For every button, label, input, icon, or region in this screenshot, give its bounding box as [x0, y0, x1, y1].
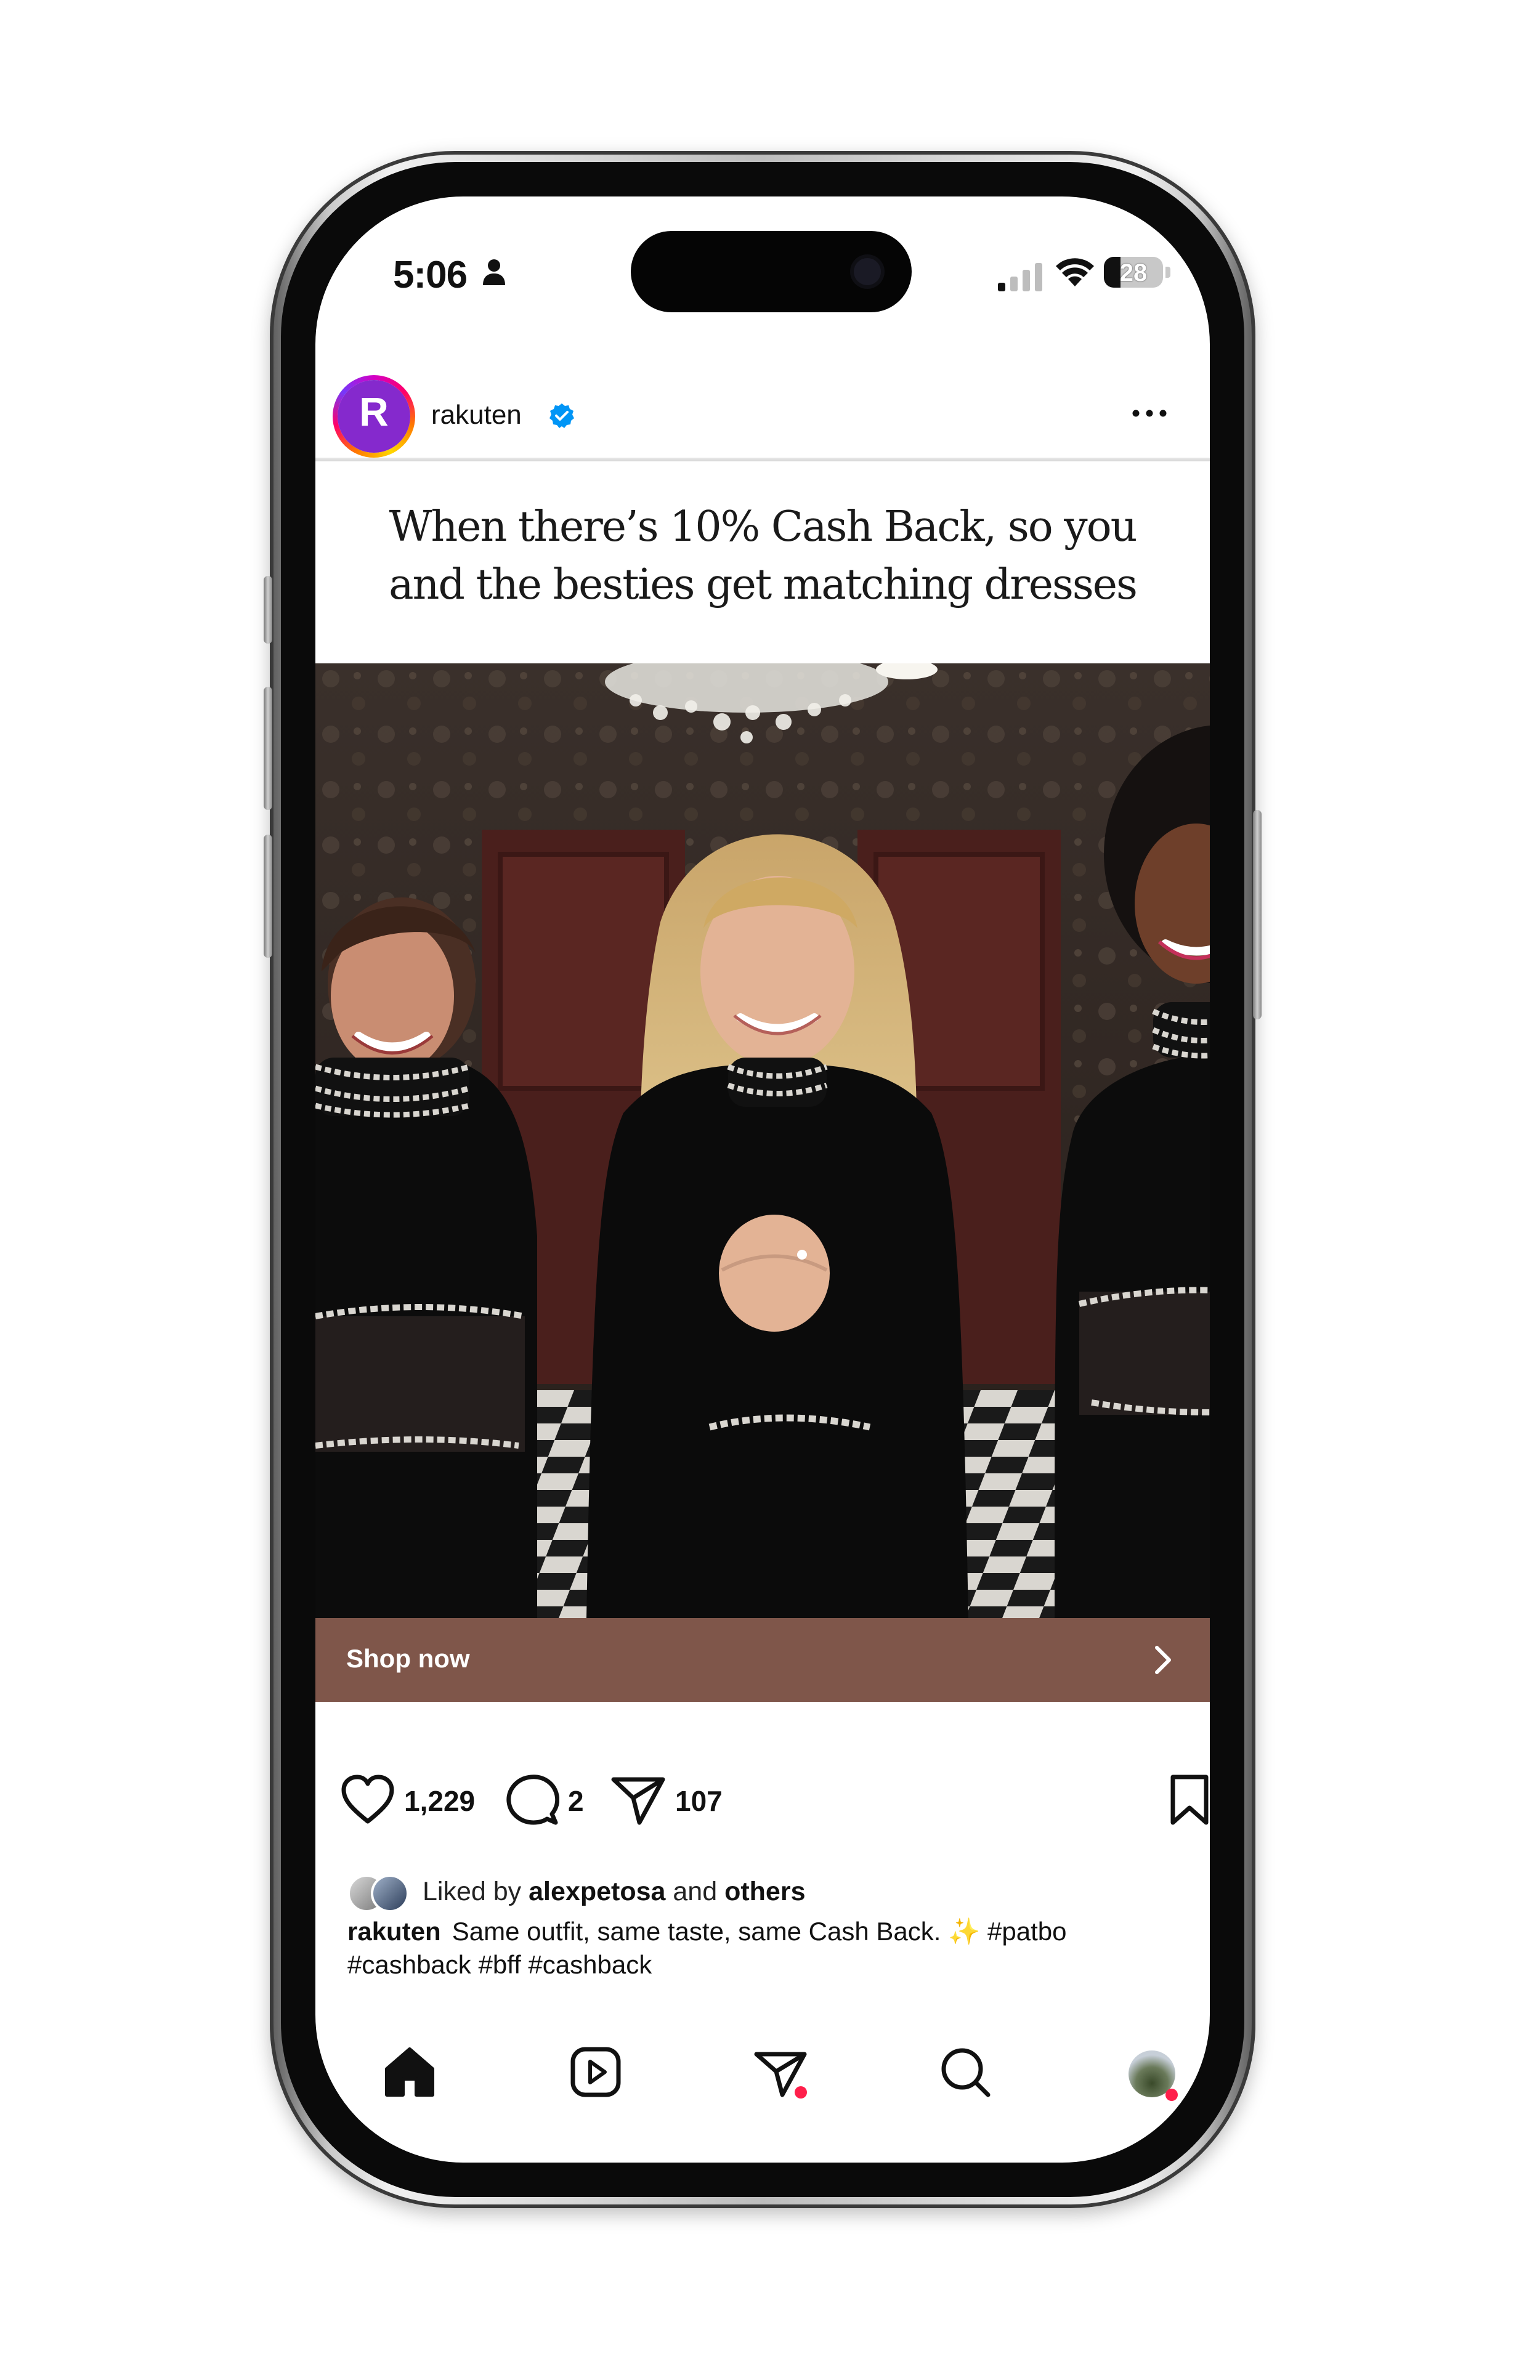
battery-tip — [1165, 267, 1170, 278]
share-send-icon[interactable] — [610, 1773, 667, 1827]
more-options-icon[interactable] — [1131, 401, 1168, 426]
shop-now-button[interactable]: Shop now — [315, 1618, 1210, 1702]
liked-by-prefix: Liked by — [423, 1877, 522, 1906]
liked-by-text: Liked by alexpetosa and others — [423, 1877, 806, 1907]
home-icon[interactable] — [376, 2038, 444, 2106]
headline-line-1: When there’s 10% Cash Back, so you — [389, 503, 1138, 551]
like-heart-icon[interactable] — [340, 1773, 395, 1826]
liked-by-others[interactable]: others — [724, 1877, 805, 1906]
phone-frame: 5:06 28 R rakuten When there’s 10% Cash … — [264, 151, 1262, 2208]
verified-badge-icon — [549, 403, 574, 428]
caption-line-2[interactable]: #cashback #bff #cashback — [347, 1948, 1210, 1981]
instagram-post-screen: 5:06 28 R rakuten When there’s 10% Cash … — [315, 196, 1210, 2163]
rakuten-logo: R — [338, 380, 410, 453]
liked-by-and: and — [673, 1877, 718, 1906]
story-ring-avatar[interactable]: R — [333, 375, 415, 458]
battery-icon: 28 — [1104, 257, 1163, 288]
ad-headline: When there’s 10% Cash Back, so you and t… — [315, 498, 1210, 614]
liker-avatar-2 — [371, 1874, 409, 1912]
volume-up-button — [264, 687, 272, 810]
signal-icon — [998, 263, 1042, 291]
post-photo — [315, 663, 1210, 1618]
header-divider — [315, 458, 1210, 461]
headline-line-2: and the besties get matching dresses — [389, 561, 1138, 609]
chevron-right-icon — [1155, 1646, 1171, 1674]
reels-icon[interactable] — [562, 2038, 630, 2106]
save-bookmark-icon[interactable] — [1168, 1773, 1210, 1826]
shares-count[interactable]: 107 — [675, 1784, 723, 1818]
post-username[interactable]: rakuten — [431, 400, 522, 431]
post-actions: 1,229 2 107 — [315, 1773, 1210, 1835]
power-button — [1253, 810, 1262, 1019]
status-time: 5:06 — [393, 254, 468, 296]
post-header: R rakuten — [315, 363, 1210, 467]
wifi-icon — [1056, 258, 1094, 286]
liked-by-user[interactable]: alexpetosa — [529, 1877, 665, 1906]
phone-bezel: 5:06 28 R rakuten When there’s 10% Cash … — [281, 162, 1244, 2197]
post-caption: rakuten Same outfit, same taste, same Cas… — [347, 1915, 1210, 1981]
messages-notification-dot — [795, 2086, 807, 2099]
battery-level: 28 — [1119, 259, 1148, 286]
search-icon[interactable] — [931, 2038, 999, 2106]
likes-count[interactable]: 1,229 — [404, 1784, 475, 1818]
action-button — [264, 576, 272, 644]
profile-notification-dot — [1165, 2089, 1178, 2101]
caption-username[interactable]: rakuten — [347, 1917, 441, 1946]
liked-by-row[interactable]: Liked by alexpetosa and others — [347, 1872, 1148, 1912]
comment-icon[interactable] — [505, 1773, 559, 1826]
shop-now-label: Shop now — [346, 1644, 470, 1673]
status-bar: 5:06 28 — [315, 196, 1210, 320]
post-media-video[interactable] — [315, 663, 1210, 1618]
caption-line-1: Same outfit, same taste, same Cash Back.… — [452, 1917, 1067, 1946]
volume-down-button — [264, 835, 272, 958]
comments-count[interactable]: 2 — [568, 1784, 584, 1818]
dynamic-island — [631, 231, 912, 312]
bottom-tab-bar — [315, 2038, 1210, 2137]
person-icon — [483, 259, 505, 285]
